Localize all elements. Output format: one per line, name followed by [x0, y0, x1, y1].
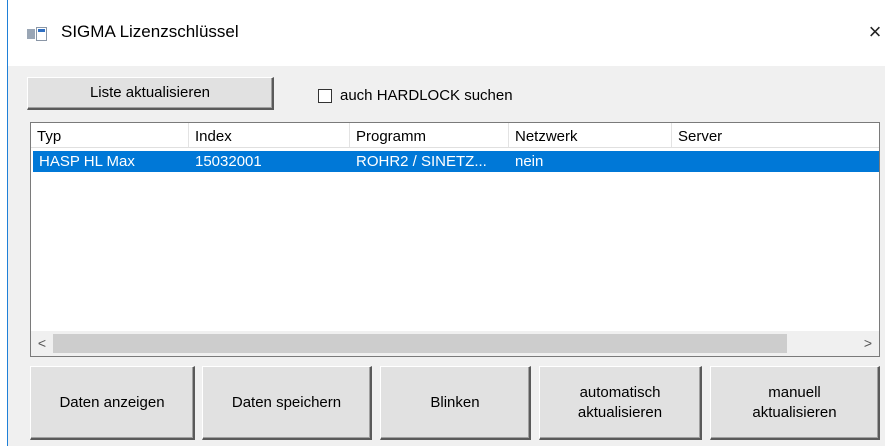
- license-list[interactable]: Typ Index Programm Netzwerk Server HASP …: [30, 122, 880, 357]
- hardlock-checkbox-label[interactable]: auch HARDLOCK suchen: [340, 87, 513, 104]
- table-row[interactable]: HASP HL Max 15032001 ROHR2 / SINETZ... n…: [33, 151, 879, 172]
- scrollbar-thumb[interactable]: [53, 334, 787, 353]
- save-data-button[interactable]: Daten speichern: [202, 366, 372, 440]
- column-header-server[interactable]: Server: [672, 123, 879, 147]
- column-header-netzwerk[interactable]: Netzwerk: [509, 123, 672, 147]
- list-header: Typ Index Programm Netzwerk Server: [31, 123, 879, 148]
- manual-refresh-label-line2: aktualisieren: [752, 403, 837, 421]
- scroll-right-icon[interactable]: >: [857, 331, 879, 356]
- auto-refresh-label-line1: automatisch: [579, 383, 661, 401]
- title-bar[interactable]: SIGMA Lizenzschlüssel ×: [8, 0, 885, 66]
- manual-refresh-button[interactable]: manuell aktualisieren: [710, 366, 880, 440]
- show-data-button[interactable]: Daten anzeigen: [30, 366, 195, 440]
- cell-typ: HASP HL Max: [39, 153, 135, 170]
- auto-refresh-label-line2: aktualisieren: [577, 403, 663, 421]
- cell-netzwerk: nein: [515, 153, 544, 170]
- window-title: SIGMA Lizenzschlüssel: [61, 22, 239, 41]
- hardlock-checkbox[interactable]: [318, 89, 332, 103]
- blink-button[interactable]: Blinken: [380, 366, 531, 440]
- cell-server: [672, 151, 879, 172]
- column-header-index[interactable]: Index: [189, 123, 350, 147]
- column-header-programm[interactable]: Programm: [350, 123, 509, 147]
- cell-programm: ROHR2 / SINETZ...: [356, 153, 487, 170]
- scroll-left-icon[interactable]: <: [31, 331, 53, 356]
- refresh-list-button[interactable]: Liste aktualisieren: [27, 77, 274, 110]
- manual-refresh-label-line1: manuell: [768, 383, 821, 401]
- close-icon[interactable]: ×: [860, 17, 885, 47]
- column-header-typ[interactable]: Typ: [31, 123, 189, 147]
- cell-index: 15032001: [195, 153, 262, 170]
- app-window-icon: [27, 27, 47, 41]
- auto-refresh-button[interactable]: automatisch aktualisieren: [539, 366, 702, 440]
- horizontal-scrollbar[interactable]: < >: [31, 331, 879, 356]
